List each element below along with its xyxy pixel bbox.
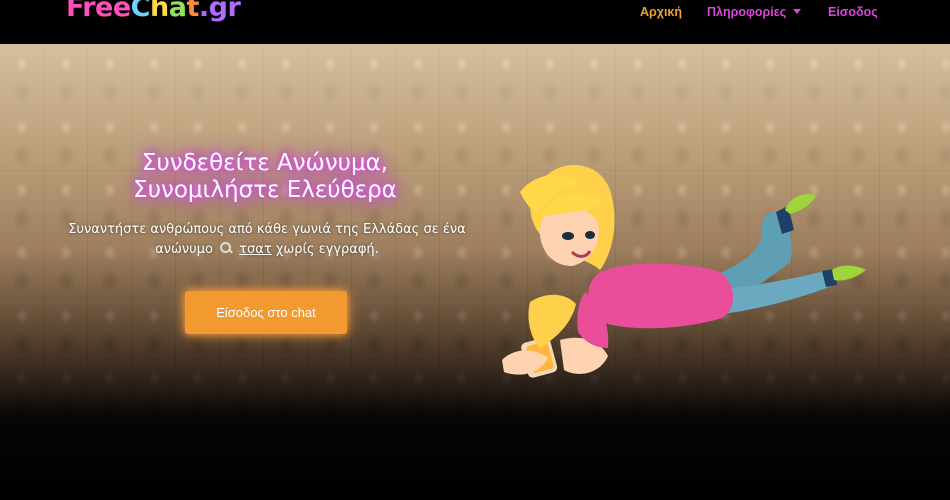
freechat-logo[interactable]: FreeChat.gr — [66, 0, 241, 24]
nav-login-link[interactable]: Είσοδος — [828, 5, 878, 19]
search-icon — [219, 241, 233, 255]
nav-info-label: Πληροφορίες — [707, 5, 787, 19]
logo-part-2: C — [130, 0, 151, 23]
hero-section: Συνδεθείτε Ανώνυμα, Συνομιλήστε Ελεύθερα… — [0, 44, 950, 500]
chat-link[interactable]: τσατ — [239, 242, 271, 257]
logo-part-6: .gr — [198, 0, 241, 23]
logo-part-5: t — [186, 0, 199, 23]
hero-title: Συνδεθείτε Ανώνυμα, Συνομιλήστε Ελεύθερα — [80, 150, 450, 204]
nav-info-dropdown[interactable]: Πληροφορίες — [707, 5, 802, 19]
logo-part-3: h — [149, 0, 169, 23]
nav-home-link[interactable]: Αρχική — [640, 5, 682, 19]
girl-with-phone-illustration — [502, 164, 866, 378]
hero-title-line-1: Συνδεθείτε Ανώνυμα, — [141, 150, 389, 176]
logo-part-4: a — [168, 0, 187, 23]
top-navigation-bar: FreeChat.gr Αρχική Πληροφορίες Είσοδος — [0, 0, 950, 44]
hero-title-line-2: Συνομιλήστε Ελεύθερα — [133, 177, 397, 203]
enter-chat-button[interactable]: Είσοδος στο chat — [185, 291, 347, 334]
hero-subtitle-text-2: χωρίς εγγραφή. — [275, 242, 379, 257]
hero-subtitle: Συναντήστε ανθρώπους από κάθε γωνιά της … — [62, 220, 472, 260]
chevron-down-icon — [793, 9, 802, 14]
logo-part-1: Free — [66, 0, 131, 23]
